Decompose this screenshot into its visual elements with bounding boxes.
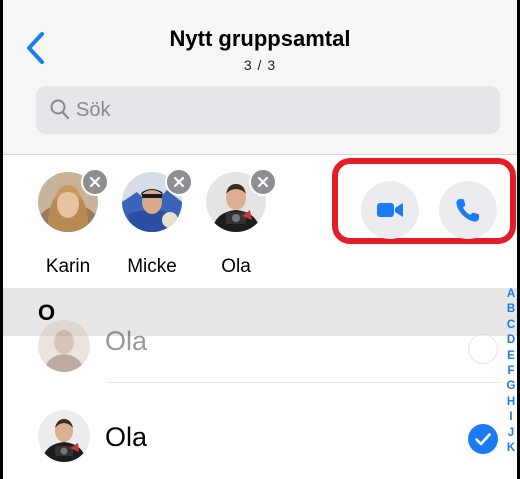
selected-contact-ola[interactable]: Ola bbox=[198, 168, 288, 278]
contact-name: Micke bbox=[127, 256, 177, 277]
search-bar[interactable] bbox=[36, 86, 500, 134]
selected-contact-micke[interactable]: Micke bbox=[114, 168, 204, 278]
video-call-button[interactable] bbox=[361, 181, 419, 239]
frame-border bbox=[0, 0, 3, 479]
phone-icon bbox=[456, 199, 479, 222]
navigation-bar: Nytt gruppsamtal 3 / 3 bbox=[0, 0, 520, 155]
selected-contact-karin[interactable]: Karin bbox=[30, 168, 120, 278]
contact-list: Ola Ola bbox=[0, 320, 520, 479]
avatar bbox=[38, 410, 90, 462]
remove-contact-button[interactable] bbox=[81, 168, 109, 196]
contact-name: Ola bbox=[105, 422, 148, 452]
search-input[interactable] bbox=[76, 86, 476, 134]
contact-name: Karin bbox=[45, 256, 91, 277]
selection-checkbox[interactable] bbox=[468, 334, 498, 364]
remove-contact-button[interactable] bbox=[165, 168, 193, 196]
screen: Nytt gruppsamtal 3 / 3 Sök Karin Micke O… bbox=[0, 0, 520, 479]
voice-call-button[interactable] bbox=[439, 181, 497, 239]
list-item[interactable]: Ola bbox=[0, 408, 520, 468]
video-camera-icon bbox=[377, 203, 403, 217]
remove-contact-button[interactable] bbox=[249, 168, 277, 196]
close-icon bbox=[89, 176, 101, 188]
list-item[interactable]: Ola bbox=[0, 320, 520, 390]
page-title: Nytt gruppsamtal bbox=[169, 26, 351, 51]
close-icon bbox=[173, 176, 185, 188]
contact-name: Ola bbox=[221, 256, 251, 277]
contact-name: Ola bbox=[105, 326, 148, 356]
divider bbox=[106, 382, 501, 383]
search-icon bbox=[50, 99, 70, 120]
checkmark-icon bbox=[475, 433, 491, 446]
selection-count: 3 / 3 bbox=[243, 57, 277, 73]
close-icon bbox=[257, 176, 269, 188]
selection-checkbox[interactable] bbox=[468, 424, 498, 454]
call-actions-highlight bbox=[332, 158, 516, 244]
avatar bbox=[38, 320, 90, 372]
